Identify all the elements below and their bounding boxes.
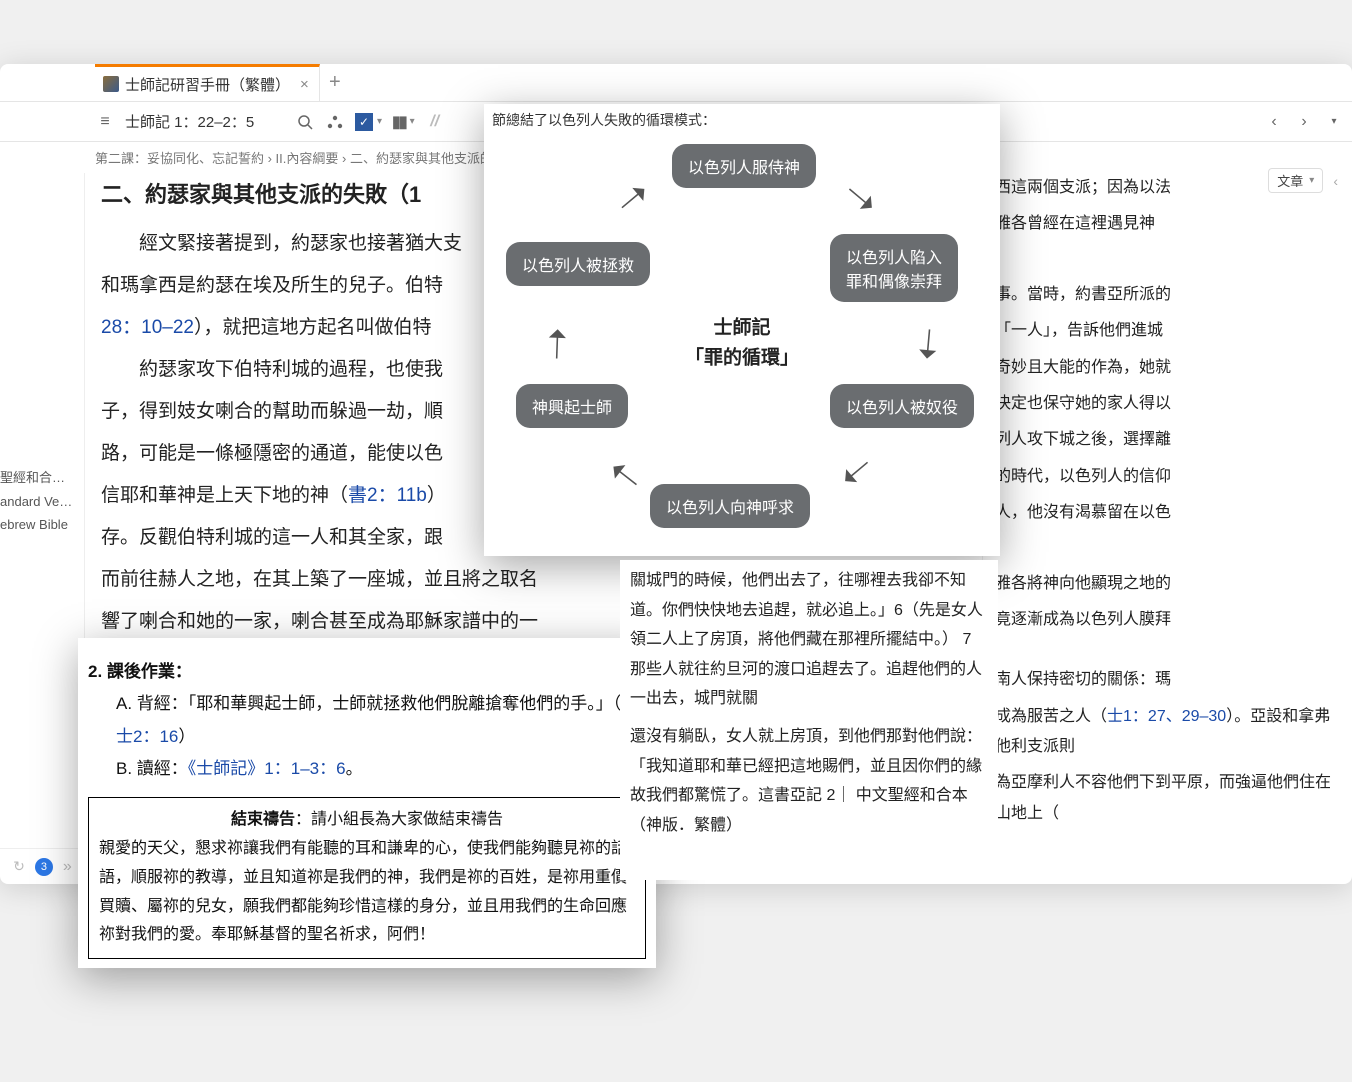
chevron-down-icon[interactable]: ▾	[1324, 116, 1344, 127]
columns-toggle[interactable]: ▮▮ ▾	[392, 112, 415, 132]
arrow-icon: ➝	[907, 326, 950, 363]
left-rail-footer: ↻ 3 »	[0, 848, 85, 884]
right-column: 西這兩個支派；因為以法 雅各曾經在這裡遇見神 事。當時，約書亞所派的 「一人」，…	[982, 173, 1352, 843]
article-label: 文章	[1277, 171, 1303, 190]
nav-forward-icon[interactable]: ›	[1294, 113, 1314, 131]
cycle-node: 以色列人向神呼求	[650, 484, 810, 528]
cycle-diagram-popup: 節總結了以色列人失敗的循環模式： 士師記「罪的循環」 以色列人服侍神 以色列人陷…	[484, 104, 1000, 556]
rail-item[interactable]: andard Ve…	[0, 490, 84, 513]
passage-text: 關城門的時候，他們出去了，往哪裡去我卻不知道。你們快快地去追趕，就必追上。」6（…	[630, 566, 988, 714]
add-tab-button[interactable]: +	[320, 71, 350, 94]
cycle-node: 以色列人服侍神	[672, 144, 816, 188]
cycle-node: 以色列人陷入 罪和偶像崇拜	[830, 234, 958, 302]
cycle-center-label: 士師記「罪的循環」	[685, 314, 799, 375]
prayer-body: 親愛的天父，懇求祢讓我們有能聽的耳和謙卑的心，使我們能夠聽見祢的話語，順服祢的教…	[99, 835, 635, 950]
bible-ref-link[interactable]: 士2：16	[116, 727, 178, 746]
tab-title: 士師記研習手冊（繁體）	[125, 74, 290, 95]
parallel-icon[interactable]: //	[425, 113, 445, 131]
homework-title: 2. 課後作業：	[88, 656, 646, 688]
prayer-title: 結束禱告	[231, 811, 295, 828]
cycle-node: 神興起士師	[516, 384, 628, 428]
bible-ref-link[interactable]: 士1：27、29–30	[1107, 708, 1226, 725]
reference-input[interactable]: 士師記 1：22–2：5	[125, 111, 285, 132]
cycle-node: 以色列人被奴役	[830, 384, 974, 428]
sync-icon[interactable]: ↻	[13, 858, 25, 875]
nav-back-icon[interactable]: ‹	[1264, 113, 1284, 131]
tab-bar: 士師記研習手冊（繁體） × +	[0, 64, 1352, 102]
active-tab[interactable]: 士師記研習手冊（繁體） ×	[95, 64, 320, 102]
arrow-icon: ➝	[835, 172, 886, 224]
bible-ref-link[interactable]: 書2：11b	[348, 485, 427, 506]
article-dropdown[interactable]: 文章 ▾	[1268, 168, 1323, 193]
homework-item: 讀經：《士師記》1：1–3：6。	[116, 753, 646, 785]
bible-ref-link[interactable]: 《士師記》1：1–3：6	[188, 759, 346, 778]
chevron-left-icon[interactable]: ‹	[1333, 173, 1338, 189]
notification-badge[interactable]: 3	[35, 858, 53, 876]
passage-text: 還沒有躺臥，女人就上房頂，到他們那對他們說：「我知道耶和華已經把這地賜們，並且因…	[630, 722, 988, 840]
arrow-icon: ➝	[536, 327, 577, 362]
arrow-icon: ➝	[831, 446, 882, 498]
menu-icon[interactable]: ≡	[95, 113, 115, 131]
cycle-diagram: 士師記「罪的循環」 以色列人服侍神 以色列人陷入 罪和偶像崇拜 以色列人被奴役 …	[492, 134, 992, 554]
homework-popup: 2. 課後作業： 背經：「耶和華興起士師，士師就拯救他們脫離搶奪他們的手。」（ …	[78, 638, 656, 968]
arrow-icon: ➝	[607, 172, 658, 224]
left-rail: 聖經和合… andard Ve… ebrew Bible	[0, 173, 85, 843]
bible-ref-link[interactable]: 28：10–22	[101, 317, 194, 338]
close-icon[interactable]: ×	[300, 76, 309, 93]
prayer-box: 結束禱告：請小組長為大家做結束禱告 親愛的天父，懇求祢讓我們有能聽的耳和謙卑的心…	[88, 797, 646, 959]
highlight-toggle[interactable]: ✓ ▾	[355, 113, 382, 131]
expand-icon[interactable]: »	[63, 858, 72, 876]
book-icon	[103, 76, 119, 92]
arrow-icon: ➝	[599, 450, 650, 502]
rail-item[interactable]: 聖經和合…	[0, 463, 84, 490]
share-icon[interactable]	[325, 115, 345, 129]
check-icon: ✓	[355, 113, 373, 131]
passage-popup: 關城門的時候，他們出去了，往哪裡去我卻不知道。你們快快地去追趕，就必追上。」6（…	[620, 560, 998, 880]
cycle-node: 以色列人被拯救	[506, 242, 650, 286]
cycle-caption: 節總結了以色列人失敗的循環模式：	[492, 110, 992, 130]
rail-item[interactable]: ebrew Bible	[0, 513, 84, 536]
search-icon[interactable]	[295, 114, 315, 130]
homework-item: 背經：「耶和華興起士師，士師就拯救他們脫離搶奪他們的手。」（ 士2：16）	[116, 688, 646, 753]
